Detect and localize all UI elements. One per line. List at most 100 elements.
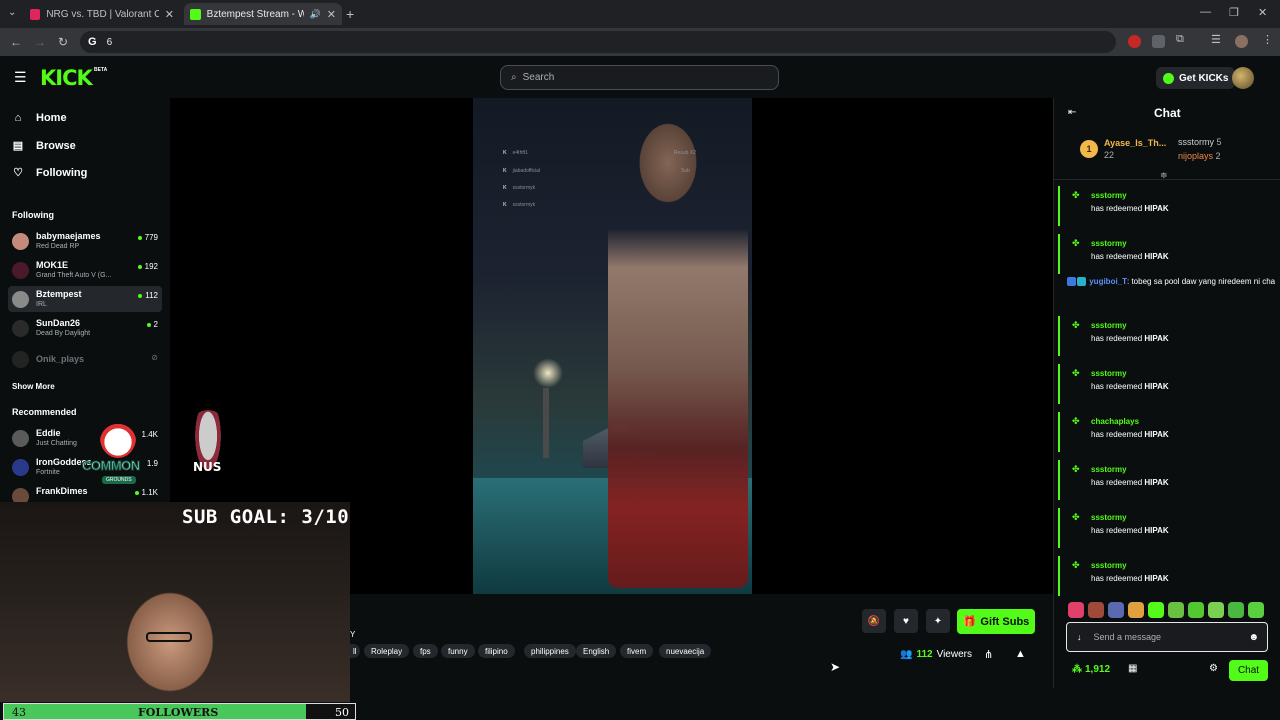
google-icon: G (88, 36, 97, 48)
extension-icon[interactable] (1128, 35, 1141, 48)
chat-username[interactable]: ssstormy (1091, 513, 1127, 522)
sidebar-channel-bztempest[interactable]: Bztempest IRL 112 (8, 286, 162, 312)
tag-chip[interactable]: filipino (478, 644, 515, 658)
gifter-name: ssstormy (1178, 137, 1214, 147)
browser-tab-valorant[interactable]: NRG vs. TBD | Valorant Champi ✕ (24, 3, 180, 25)
tab-close-icon[interactable]: ✕ (165, 8, 174, 21)
chat-username[interactable]: ssstormy (1091, 321, 1127, 330)
emote-icon[interactable] (1148, 602, 1164, 618)
nav-home[interactable]: ⌂ Home (12, 112, 67, 124)
minimize-icon[interactable]: — (1200, 6, 1211, 18)
chat-send-button[interactable]: Chat (1229, 660, 1268, 681)
search-placeholder: Search (522, 72, 555, 83)
top-gifter-name[interactable]: Ayase_Is_Th... (1104, 138, 1166, 148)
maximize-icon[interactable]: ❐ (1229, 6, 1239, 19)
extension-icon[interactable] (1152, 35, 1165, 48)
nav-following[interactable]: ♡ Following (12, 166, 87, 180)
live-dot-icon (137, 235, 142, 240)
sidebar-channel-babymaejames[interactable]: babymaejames Red Dead RP 779 (8, 228, 162, 254)
emote-bar (1068, 602, 1264, 618)
expand-leaderboard-icon[interactable]: ≑ (1160, 170, 1168, 181)
kicks-balance[interactable]: ⁂ 1,912 (1072, 664, 1110, 675)
redeem-icon: ✤ (1072, 368, 1080, 378)
gifter-2[interactable]: ssstormy 5 (1178, 137, 1222, 147)
tab-list-icon[interactable]: ☰ (1211, 33, 1224, 46)
chat-username[interactable]: yugiboi_T (1089, 277, 1127, 286)
show-more-link[interactable]: Show More (12, 382, 55, 391)
hamburger-menu-icon[interactable]: ☰ (14, 69, 27, 86)
redeem-item: HIPAK (1144, 334, 1169, 343)
emote-icon[interactable] (1188, 602, 1204, 618)
nav-browse[interactable]: ▤ Browse (12, 139, 76, 153)
emote-icon[interactable] (1248, 602, 1264, 618)
chat-message-redeem: ✤ chachaplays has redeemed HIPAK (1058, 412, 1278, 452)
sidebar-channel-onik-plays[interactable]: Onik_plays ⊘ (8, 346, 162, 372)
tag-chip[interactable]: nuevaecija (659, 644, 712, 658)
sparkle-icon[interactable]: ✦ (926, 609, 950, 633)
tag-chip[interactable]: philippines (524, 644, 576, 658)
avatar (12, 233, 29, 250)
chat-username[interactable]: ssstormy (1091, 239, 1127, 248)
user-avatar[interactable] (1232, 67, 1254, 89)
emote-icon[interactable] (1108, 602, 1124, 618)
emote-icon[interactable] (1208, 602, 1224, 618)
tag-chip[interactable]: ll (350, 644, 360, 658)
kick-logo[interactable]: KICK (40, 66, 93, 90)
beta-badge: BETA (94, 67, 108, 73)
search-input[interactable]: ⌕ Search (500, 65, 779, 90)
avatar (12, 320, 29, 337)
store-icon[interactable]: ▦ (1128, 663, 1137, 674)
chat-username[interactable]: ssstormy (1091, 191, 1127, 200)
chat-message-input[interactable]: ↓ Send a message ☻ (1066, 622, 1268, 652)
tag-chip[interactable]: fivem (620, 644, 654, 658)
browser-tab-kick[interactable]: Bztempest Stream - Watch 🔊 ✕ (184, 3, 342, 25)
tab-favicon-icon (30, 8, 41, 20)
tag-chip[interactable]: Roleplay (364, 644, 410, 658)
report-icon[interactable]: ▲ (1015, 648, 1026, 660)
address-bar[interactable]: G 6 (80, 31, 1116, 53)
settings-gear-icon[interactable]: ⚙ (1209, 663, 1218, 674)
tab-close-icon[interactable]: ✕ (327, 8, 336, 21)
alert-type: Resub X2 (673, 150, 696, 156)
gift-subs-button[interactable]: 🎁 Gift Subs (957, 609, 1035, 634)
kick-k-icon: K (503, 202, 507, 208)
glasses (146, 632, 192, 642)
chat-username[interactable]: ssstormy (1091, 369, 1127, 378)
avatar (12, 291, 29, 308)
emote-icon[interactable] (1228, 602, 1244, 618)
emote-icon[interactable] (1068, 602, 1084, 618)
follow-heart-icon[interactable]: ♥ (894, 609, 918, 633)
badge-icon (1077, 277, 1086, 287)
sidebar-channel-mok1e[interactable]: MOK1E Grand Theft Auto V (G... 192 (8, 257, 162, 283)
tag-chip[interactable]: English (576, 644, 617, 658)
tag-chip[interactable]: funny (441, 644, 475, 658)
tab-search-icon[interactable]: ⌄ (8, 7, 16, 18)
redeem-verb: has redeemed (1091, 574, 1143, 583)
stream-video[interactable]: Ke4thft1 Resub X2 Kjiabadofficial Sub Ksss… (473, 98, 752, 594)
chat-username[interactable]: chachaplays (1091, 417, 1139, 426)
menu-icon[interactable]: ⋮ (1262, 33, 1275, 46)
emote-icon[interactable] (1088, 602, 1104, 618)
puzzle-icon[interactable]: ⧉ (1176, 33, 1189, 46)
emoji-picker-icon[interactable]: ☻ (1248, 632, 1259, 643)
forward-icon[interactable]: → (34, 35, 46, 49)
sidebar-channel-sundan26[interactable]: SunDan26 Dead By Daylight 2 (8, 315, 162, 341)
gifter-3[interactable]: nijoplays 2 (1178, 151, 1221, 161)
emote-icon[interactable] (1128, 602, 1144, 618)
speaker-icon[interactable]: 🔊 (310, 9, 321, 20)
chat-username[interactable]: ssstormy (1091, 561, 1127, 570)
reload-icon[interactable]: ↻ (58, 35, 68, 49)
get-kicks-button[interactable]: Get KICKs (1156, 67, 1236, 89)
profile-avatar[interactable] (1235, 35, 1248, 48)
common-logo-text: COMMON (82, 458, 141, 474)
address-text: 6 (106, 36, 113, 48)
new-tab-button[interactable]: + (346, 6, 354, 22)
tag-chip[interactable]: fps (413, 644, 438, 658)
chat-username[interactable]: ssstormy (1091, 465, 1127, 474)
collapse-chat-icon[interactable]: ⇤ (1068, 107, 1076, 118)
emote-icon[interactable] (1168, 602, 1184, 618)
back-icon[interactable]: ← (10, 35, 22, 49)
window-close-icon[interactable]: ✕ (1258, 6, 1267, 19)
notifications-off-icon[interactable]: 🔕 (862, 609, 886, 633)
share-icon[interactable]: ⋔ (984, 648, 993, 661)
